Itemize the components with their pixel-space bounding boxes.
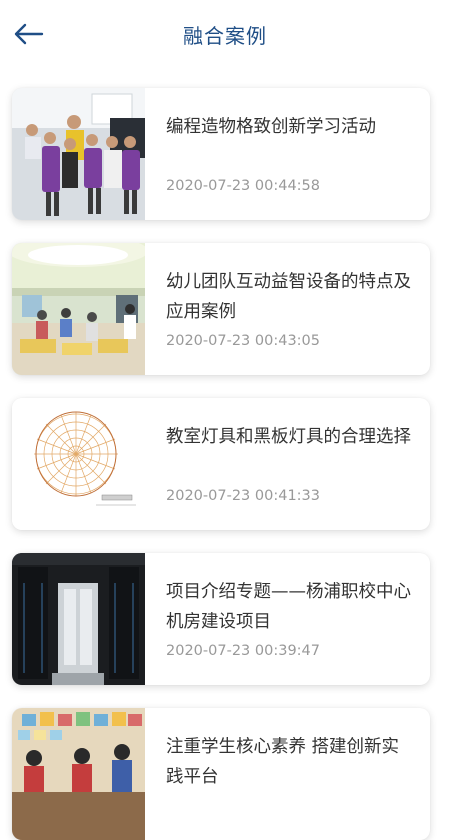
page-title: 融合案例 — [183, 24, 267, 48]
case-date: 2020-07-23 00:41:33 — [166, 488, 320, 504]
case-thumbnail — [12, 88, 145, 220]
case-card[interactable]: 项目介绍专题——杨浦职校中心机房建设项目 2020-07-23 00:39:47 — [12, 553, 430, 685]
case-title: 项目介绍专题——杨浦职校中心机房建设项目 — [166, 582, 411, 632]
case-date: 2020-07-23 00:39:47 — [166, 643, 320, 659]
case-date: 2020-07-23 00:43:05 — [166, 333, 320, 349]
app-header: 融合案例 — [0, 0, 450, 70]
case-thumbnail — [12, 708, 145, 840]
case-title: 编程造物格致创新学习活动 — [166, 117, 376, 137]
case-date: 2020-07-23 00:44:58 — [166, 178, 320, 194]
case-title: 幼儿团队互动益智设备的特点及应用案例 — [166, 272, 411, 322]
case-card[interactable]: 幼儿团队互动益智设备的特点及应用案例 2020-07-23 00:43:05 — [12, 243, 430, 375]
case-card[interactable]: 编程造物格致创新学习活动 2020-07-23 00:44:58 — [12, 88, 430, 220]
case-thumbnail — [12, 243, 145, 375]
case-title: 教室灯具和黑板灯具的合理选择 — [166, 427, 411, 447]
case-card[interactable]: 注重学生核心素养 搭建创新实践平台 — [12, 708, 430, 840]
case-card[interactable]: 教室灯具和黑板灯具的合理选择 2020-07-23 00:41:33 — [12, 398, 430, 530]
case-thumbnail — [12, 398, 145, 530]
case-title: 注重学生核心素养 搭建创新实践平台 — [166, 737, 400, 787]
case-thumbnail — [12, 553, 145, 685]
